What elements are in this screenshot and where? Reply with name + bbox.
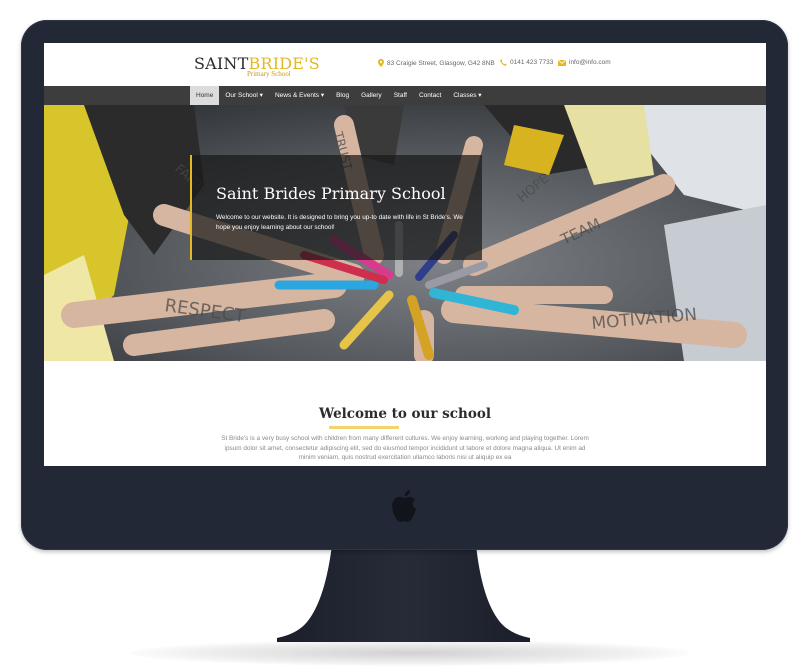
contact-address: 83 Craigie Street, Glasgow, G42 8NB (378, 59, 495, 67)
welcome-title-underline (329, 426, 399, 429)
nav-item-home[interactable]: Home (190, 86, 220, 105)
envelope-icon (558, 59, 566, 66)
nav-item-news-events[interactable]: News & Events ▾ (269, 86, 330, 105)
nav-item-gallery[interactable]: Gallery (355, 86, 388, 105)
contact-phone: 0141 423 7733 (500, 59, 553, 66)
logo-text-saint: SAINT (194, 54, 249, 73)
phone-text: 0141 423 7733 (510, 59, 554, 66)
nav-item-our-school[interactable]: Our School ▾ (219, 86, 269, 105)
logo-subtitle: Primary School (247, 70, 291, 78)
hero-caption: Saint Brides Primary School Welcome to o… (190, 155, 482, 260)
nav-item-staff[interactable]: Staff (388, 86, 413, 105)
nav-item-blog[interactable]: Blog (330, 86, 355, 105)
hero-text: Welcome to our website. It is designed t… (216, 214, 463, 231)
welcome-text: St Bride's is a very busy school with ch… (221, 435, 589, 461)
screen: SAINTBRIDE'S Primary School 83 Craigie S… (44, 43, 766, 466)
nav-item-classes[interactable]: Classes ▾ (447, 86, 487, 105)
hero-banner: RESPECT MOTIVATION TEAM HOPE TRUST FAITH… (44, 105, 766, 361)
contact-email[interactable]: info@info.com (558, 59, 611, 66)
site-header: SAINTBRIDE'S Primary School 83 Craigie S… (44, 43, 766, 86)
phone-icon (500, 59, 507, 66)
hero-title: Saint Brides Primary School (216, 184, 446, 203)
map-pin-icon (378, 59, 384, 67)
nav-item-contact[interactable]: Contact (413, 86, 447, 105)
main-nav: Home Our School ▾ News & Events ▾ Blog G… (44, 86, 766, 105)
apple-logo-icon (392, 490, 416, 523)
welcome-title: Welcome to our school (319, 406, 491, 422)
address-text: 83 Craigie Street, Glasgow, G42 8NB (387, 59, 495, 67)
email-text: info@info.com (569, 59, 611, 66)
